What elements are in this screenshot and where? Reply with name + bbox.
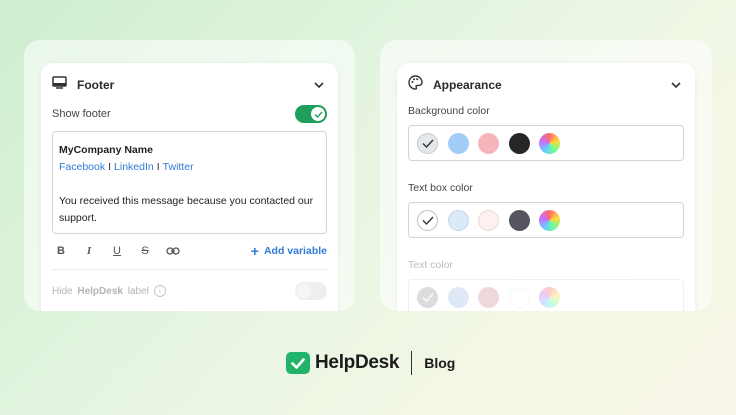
- info-icon[interactable]: i: [153, 285, 166, 297]
- appearance-title: Appearance: [433, 78, 502, 92]
- text-box-color-picker: [408, 202, 684, 238]
- footer-card: Footer Show footer MyCompany Name Facebo…: [41, 63, 338, 311]
- show-footer-toggle[interactable]: [295, 105, 327, 123]
- divider: [52, 269, 327, 270]
- monitor-icon: [52, 76, 67, 94]
- swatch-custom-color[interactable]: [539, 209, 560, 231]
- underline-button[interactable]: U: [108, 242, 126, 260]
- swatch-blue[interactable]: [447, 286, 469, 308]
- check-icon: [422, 139, 434, 148]
- linkedin-link[interactable]: LinkedIn: [114, 161, 154, 173]
- background-color-picker: [408, 125, 684, 161]
- add-variable-label: Add variable: [263, 245, 327, 257]
- link-separator: I: [156, 161, 160, 173]
- show-footer-row: Show footer: [52, 104, 327, 124]
- footer-panel-container: Footer Show footer MyCompany Name Facebo…: [24, 40, 355, 311]
- brand-divider: [411, 351, 413, 375]
- swatch-white-selected[interactable]: [417, 209, 438, 231]
- facebook-link[interactable]: Facebook: [59, 161, 105, 173]
- check-icon: [311, 107, 325, 121]
- hide-label-toggle[interactable]: [295, 282, 327, 300]
- swatch-white[interactable]: [508, 286, 530, 308]
- formatting-toolbar: B I U S + Add variable: [52, 242, 327, 260]
- plus-icon: +: [250, 243, 259, 259]
- brand-name: HelpDesk: [315, 352, 400, 373]
- swatch-custom-color[interactable]: [539, 132, 560, 154]
- helpdesk-logo-icon: [286, 352, 310, 374]
- hide-label-prefix: Hide: [52, 285, 73, 297]
- swatch-dark-gray[interactable]: [508, 209, 530, 231]
- text-color-label: Text color: [408, 259, 453, 271]
- swatch-gray-selected[interactable]: [417, 286, 438, 308]
- appearance-header[interactable]: Appearance: [408, 73, 684, 97]
- company-name: MyCompany Name: [59, 144, 153, 156]
- hide-label-suffix: label: [127, 285, 149, 297]
- footer-title: Footer: [77, 78, 115, 92]
- chevron-down-icon[interactable]: [668, 77, 684, 93]
- text-box-color-label: Text box color: [408, 182, 473, 194]
- strikethrough-button[interactable]: S: [136, 242, 154, 260]
- swatch-light-gray-selected[interactable]: [417, 132, 438, 154]
- text-color-picker: [408, 279, 684, 311]
- swatch-light-blue[interactable]: [447, 132, 469, 154]
- footer-message: You received this message because you co…: [59, 195, 314, 224]
- swatch-pink[interactable]: [478, 132, 499, 154]
- chevron-down-icon[interactable]: [311, 77, 327, 93]
- swatch-rose[interactable]: [478, 286, 499, 308]
- add-variable-button[interactable]: + Add variable: [251, 243, 327, 259]
- palette-icon: [408, 75, 423, 95]
- brand-section: Blog: [424, 355, 456, 371]
- brand-footer: HelpDesk Blog: [286, 351, 455, 375]
- hide-label-row: Hide HelpDesk label i: [52, 282, 327, 300]
- link-separator: I: [108, 161, 112, 173]
- swatch-black[interactable]: [508, 132, 530, 154]
- footer-header[interactable]: Footer: [52, 73, 327, 97]
- footer-editor[interactable]: MyCompany Name Facebook I LinkedIn I Twitter…: [52, 131, 327, 234]
- swatch-pale-blue[interactable]: [447, 209, 469, 231]
- link-icon: [166, 247, 180, 255]
- link-button[interactable]: [164, 242, 182, 260]
- social-links: Facebook I LinkedIn I Twitter: [59, 159, 320, 176]
- swatch-pale-pink[interactable]: [478, 209, 499, 231]
- show-footer-label: Show footer: [52, 108, 111, 120]
- bold-button[interactable]: B: [52, 242, 70, 260]
- check-icon: [422, 216, 434, 225]
- background-color-label: Background color: [408, 105, 490, 117]
- check-icon: [422, 293, 434, 302]
- appearance-card: Appearance Background color Text box col…: [397, 63, 695, 311]
- appearance-panel-container: Appearance Background color Text box col…: [380, 40, 712, 311]
- hide-label-brand: HelpDesk: [77, 285, 123, 297]
- italic-button[interactable]: I: [80, 242, 98, 260]
- swatch-custom-color[interactable]: [539, 286, 560, 308]
- twitter-link[interactable]: Twitter: [163, 161, 194, 173]
